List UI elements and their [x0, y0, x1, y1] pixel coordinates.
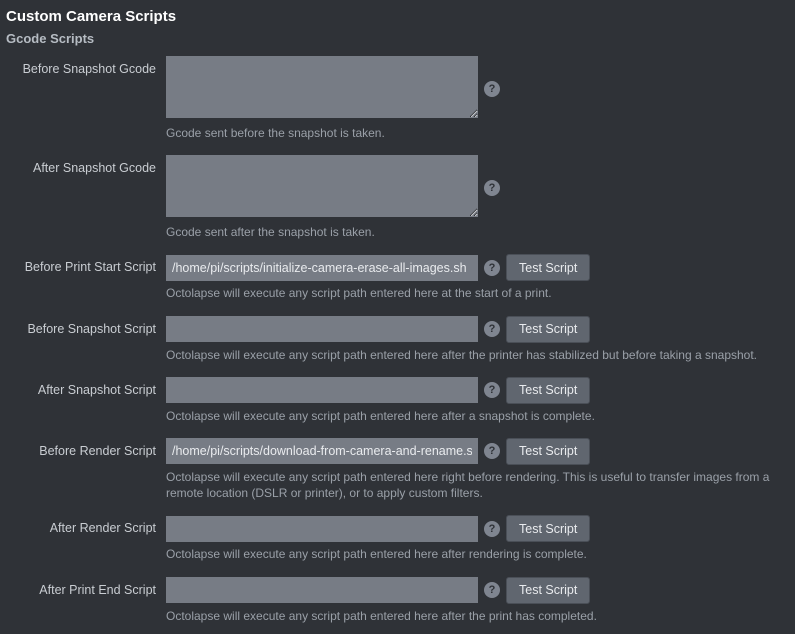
help-text: Octolapse will execute any script path e…: [166, 285, 786, 301]
row-after-snapshot-gcode: After Snapshot Gcode ? Gcode sent after …: [6, 155, 789, 250]
label-before-render-script: Before Render Script: [6, 438, 166, 458]
after-snapshot-gcode-input[interactable]: [166, 155, 478, 217]
label-after-render-script: After Render Script: [6, 515, 166, 535]
help-text: Octolapse will execute any script path e…: [166, 546, 786, 562]
help-icon[interactable]: ?: [484, 321, 500, 337]
before-render-script-input[interactable]: [166, 438, 478, 464]
help-icon[interactable]: ?: [484, 582, 500, 598]
help-icon[interactable]: ?: [484, 443, 500, 459]
section-title: Gcode Scripts: [6, 31, 789, 46]
after-print-end-script-input[interactable]: [166, 577, 478, 603]
before-print-start-script-input[interactable]: [166, 255, 478, 281]
test-script-button[interactable]: Test Script: [506, 254, 590, 281]
before-snapshot-script-input[interactable]: [166, 316, 478, 342]
after-snapshot-script-input[interactable]: [166, 377, 478, 403]
test-script-button[interactable]: Test Script: [506, 577, 590, 604]
label-after-snapshot-script: After Snapshot Script: [6, 377, 166, 397]
help-icon[interactable]: ?: [484, 260, 500, 276]
label-after-snapshot-gcode: After Snapshot Gcode: [6, 155, 166, 175]
row-after-render-script: After Render Script ? Test Script Octola…: [6, 515, 789, 572]
help-text: Octolapse will execute any script path e…: [166, 408, 786, 424]
row-before-render-script: Before Render Script ? Test Script Octol…: [6, 438, 789, 511]
row-after-print-end-script: After Print End Script ? Test Script Oct…: [6, 577, 789, 634]
row-before-print-start-script: Before Print Start Script ? Test Script …: [6, 254, 789, 311]
test-script-button[interactable]: Test Script: [506, 515, 590, 542]
help-text: Octolapse will execute any script path e…: [166, 347, 786, 363]
help-icon[interactable]: ?: [484, 382, 500, 398]
help-icon[interactable]: ?: [484, 521, 500, 537]
page-title: Custom Camera Scripts: [6, 8, 789, 25]
row-before-snapshot-gcode: Before Snapshot Gcode ? Gcode sent befor…: [6, 56, 789, 151]
label-before-snapshot-gcode: Before Snapshot Gcode: [6, 56, 166, 76]
test-script-button[interactable]: Test Script: [506, 438, 590, 465]
help-text: Gcode sent before the snapshot is taken.: [166, 125, 786, 141]
help-text: Gcode sent after the snapshot is taken.: [166, 224, 786, 240]
label-before-snapshot-script: Before Snapshot Script: [6, 316, 166, 336]
help-text: Octolapse will execute any script path e…: [166, 608, 786, 624]
label-after-print-end-script: After Print End Script: [6, 577, 166, 597]
help-text: Octolapse will execute any script path e…: [166, 469, 786, 501]
test-script-button[interactable]: Test Script: [506, 377, 590, 404]
after-render-script-input[interactable]: [166, 516, 478, 542]
test-script-button[interactable]: Test Script: [506, 316, 590, 343]
row-after-snapshot-script: After Snapshot Script ? Test Script Octo…: [6, 377, 789, 434]
before-snapshot-gcode-input[interactable]: [166, 56, 478, 118]
help-icon[interactable]: ?: [484, 81, 500, 97]
row-before-snapshot-script: Before Snapshot Script ? Test Script Oct…: [6, 316, 789, 373]
label-before-print-start-script: Before Print Start Script: [6, 254, 166, 274]
help-icon[interactable]: ?: [484, 180, 500, 196]
